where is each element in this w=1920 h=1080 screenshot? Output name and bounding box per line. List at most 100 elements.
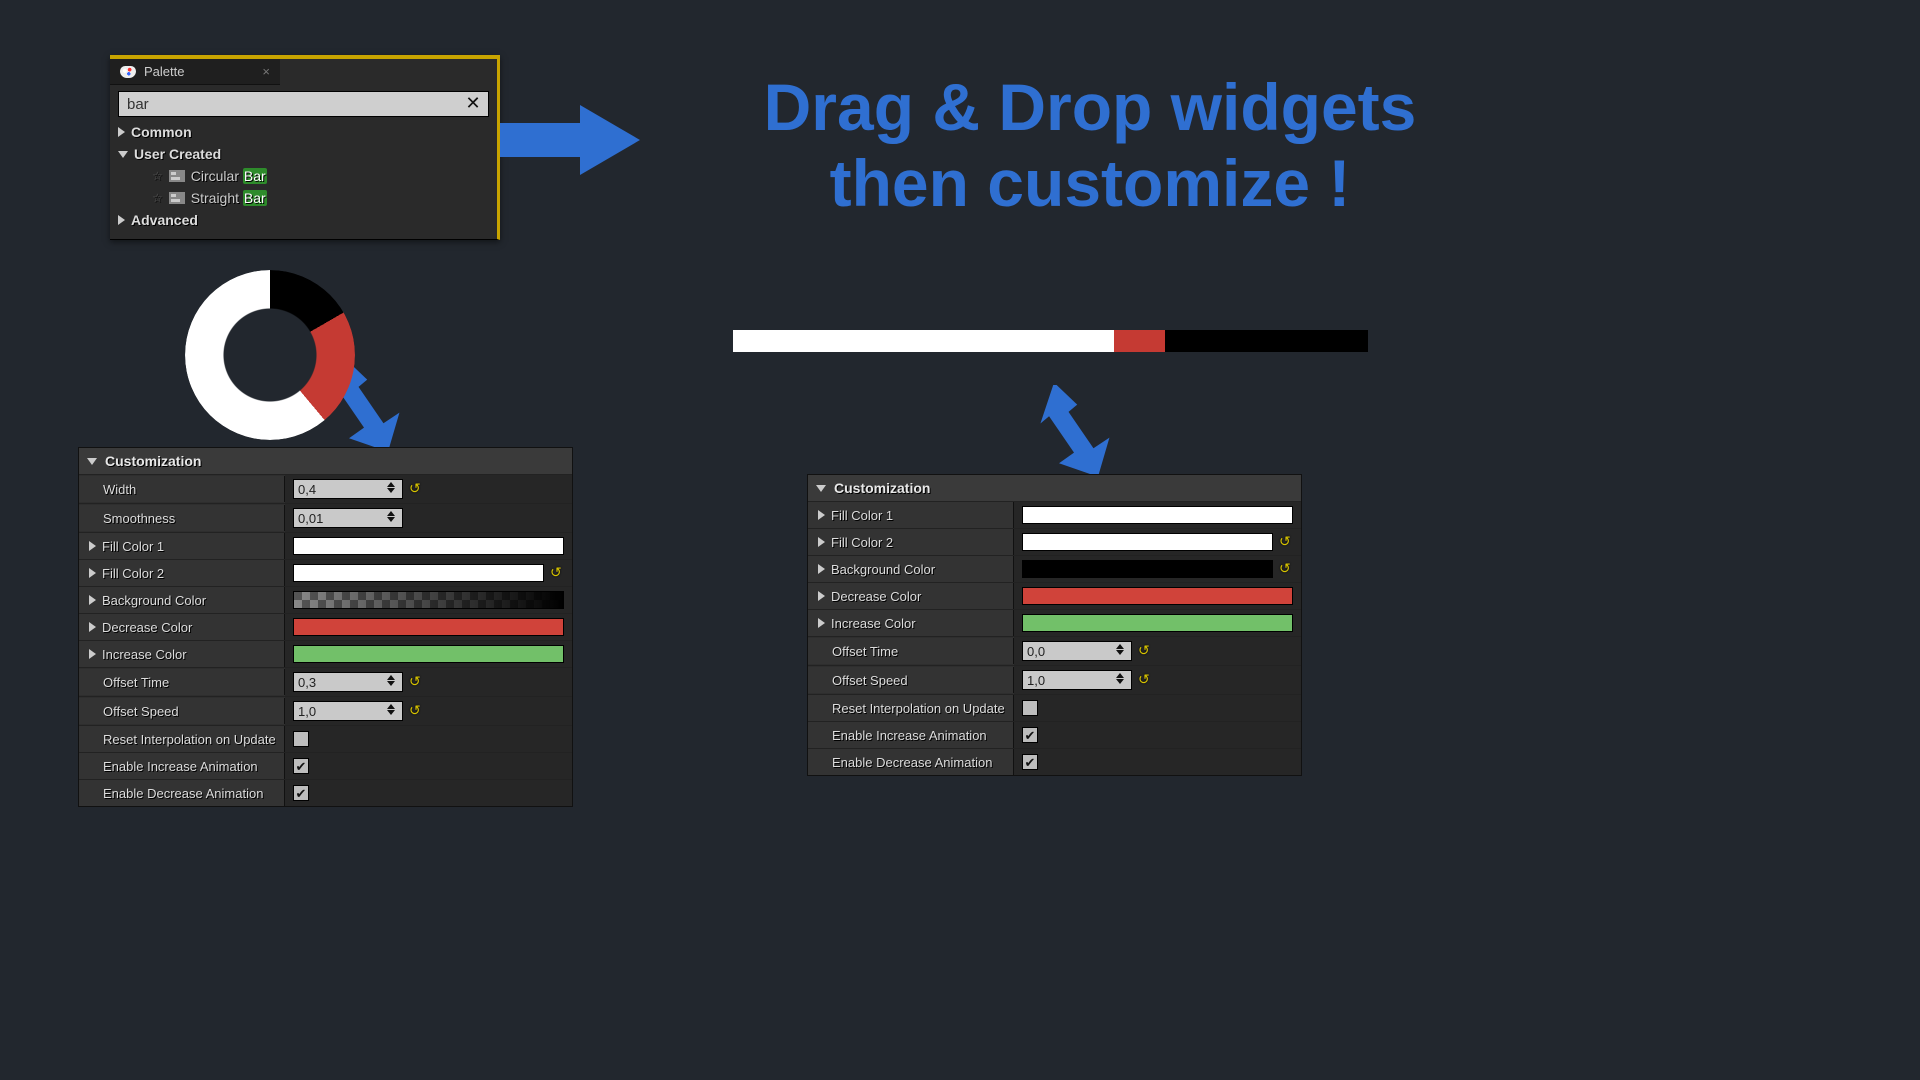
clear-search-icon[interactable]: ✕ (461, 92, 485, 116)
section-header[interactable]: Customization (79, 448, 572, 474)
donut-icon (185, 270, 355, 440)
bar-fill (733, 330, 1114, 352)
palette-item-straight-bar[interactable]: ☆ Straight Bar (118, 187, 489, 209)
section-title: Customization (105, 453, 201, 469)
category-label: Advanced (131, 212, 198, 228)
palette-icon (120, 66, 136, 78)
section-title: Customization (834, 480, 930, 496)
prop-enable-decrease-anim: Enable Decrease Animation ✔ (79, 779, 572, 806)
prop-label-text: Decrease Color (102, 620, 192, 635)
prop-label-text: Increase Color (831, 616, 916, 631)
prop-label-text: Increase Color (102, 647, 187, 662)
straight-customization-panel: Customization Fill Color 1 Fill Color 2 … (807, 474, 1302, 776)
favorite-icon[interactable]: ☆ (152, 169, 163, 183)
width-input[interactable]: 0,4 (293, 479, 403, 499)
palette-tree: Common User Created ☆ Circular Bar ☆ Str… (118, 121, 489, 231)
color-swatch[interactable] (1022, 506, 1293, 524)
prop-decrease-color: Decrease Color (808, 582, 1301, 609)
chevron-right-icon[interactable] (818, 564, 825, 574)
palette-panel: Palette × ✕ Common User Created ☆ Circul… (110, 55, 500, 240)
reset-icon[interactable]: ↺ (1279, 562, 1293, 576)
arrow-down-right-icon (1040, 385, 1120, 475)
prop-offset-speed: Offset Speed 1,0 ↺ (808, 665, 1301, 694)
chevron-right-icon[interactable] (818, 618, 825, 628)
prop-offset-time: Offset Time 0,3 ↺ (79, 667, 572, 696)
reset-icon[interactable]: ↺ (1279, 535, 1293, 549)
palette-item-circular-bar[interactable]: ☆ Circular Bar (118, 165, 489, 187)
category-user-created[interactable]: User Created (118, 143, 489, 165)
color-swatch[interactable] (293, 537, 564, 555)
palette-tab-label: Palette (144, 64, 184, 79)
offset-time-input[interactable]: 0,3 (293, 672, 403, 692)
reset-icon[interactable]: ↺ (409, 675, 423, 689)
smoothness-input[interactable]: 0,01 (293, 508, 403, 528)
category-label: Common (131, 124, 192, 140)
prop-label-text: Fill Color 2 (102, 566, 164, 581)
prop-label-text: Offset Speed (103, 704, 179, 719)
prop-smoothness: Smoothness 0,01 (79, 503, 572, 532)
prop-width: Width 0,4 ↺ (79, 474, 572, 503)
checkbox[interactable]: ✔ (293, 758, 309, 774)
color-swatch[interactable] (293, 564, 544, 582)
chevron-right-icon (118, 215, 125, 225)
checkbox[interactable]: ✔ (293, 785, 309, 801)
widget-icon (169, 192, 185, 204)
category-common[interactable]: Common (118, 121, 489, 143)
prop-label-text: Background Color (831, 562, 935, 577)
prop-label-text: Fill Color 1 (102, 539, 164, 554)
color-swatch[interactable] (1022, 533, 1273, 551)
favorite-icon[interactable]: ☆ (152, 191, 163, 205)
color-swatch[interactable] (293, 591, 564, 609)
prop-label-text: Fill Color 1 (831, 508, 893, 523)
category-advanced[interactable]: Advanced (118, 209, 489, 231)
prop-label-text: Offset Speed (832, 673, 908, 688)
reset-icon[interactable]: ↺ (1138, 673, 1152, 687)
close-icon[interactable]: × (262, 64, 270, 79)
circular-bar-preview (185, 270, 355, 440)
chevron-right-icon (118, 127, 125, 137)
palette-search-input[interactable] (118, 91, 489, 117)
chevron-right-icon[interactable] (818, 510, 825, 520)
reset-icon[interactable]: ↺ (409, 482, 423, 496)
chevron-right-icon[interactable] (89, 649, 96, 659)
prop-fill-color-2: Fill Color 2 ↺ (808, 528, 1301, 555)
reset-icon[interactable]: ↺ (1138, 644, 1152, 658)
palette-search-row: ✕ (118, 91, 489, 117)
reset-icon[interactable]: ↺ (409, 704, 423, 718)
widget-icon (169, 170, 185, 182)
checkbox[interactable]: ✔ (1022, 727, 1038, 743)
color-swatch[interactable] (1022, 614, 1293, 632)
offset-time-input[interactable]: 0,0 (1022, 641, 1132, 661)
chevron-down-icon (87, 458, 97, 465)
checkbox[interactable]: ✔ (1022, 754, 1038, 770)
prop-label-text: Reset Interpolation on Update (103, 732, 276, 747)
prop-label-text: Enable Increase Animation (832, 728, 987, 743)
chevron-right-icon[interactable] (89, 622, 96, 632)
checkbox[interactable] (293, 731, 309, 747)
prop-label-text: Smoothness (103, 511, 175, 526)
color-swatch[interactable] (1022, 587, 1293, 605)
prop-label-text: Background Color (102, 593, 206, 608)
offset-speed-input[interactable]: 1,0 (293, 701, 403, 721)
reset-icon[interactable]: ↺ (550, 566, 564, 580)
palette-tab[interactable]: Palette × (110, 59, 280, 85)
item-label: Circular Bar (191, 168, 267, 184)
chevron-right-icon[interactable] (818, 537, 825, 547)
prop-label-text: Enable Decrease Animation (832, 755, 992, 770)
color-swatch[interactable] (1022, 560, 1273, 578)
item-label: Straight Bar (191, 190, 267, 206)
section-header[interactable]: Customization (808, 475, 1301, 501)
chevron-right-icon[interactable] (89, 595, 96, 605)
prop-fill-color-2: Fill Color 2 ↺ (79, 559, 572, 586)
color-swatch[interactable] (293, 618, 564, 636)
prop-background-color: Background Color ↺ (808, 555, 1301, 582)
chevron-right-icon[interactable] (89, 541, 96, 551)
checkbox[interactable] (1022, 700, 1038, 716)
prop-label-text: Width (103, 482, 136, 497)
prop-fill-color-1: Fill Color 1 (808, 501, 1301, 528)
color-swatch[interactable] (293, 645, 564, 663)
circular-customization-panel: Customization Width 0,4 ↺ Smoothness 0,0… (78, 447, 573, 807)
chevron-right-icon[interactable] (89, 568, 96, 578)
chevron-right-icon[interactable] (818, 591, 825, 601)
offset-speed-input[interactable]: 1,0 (1022, 670, 1132, 690)
